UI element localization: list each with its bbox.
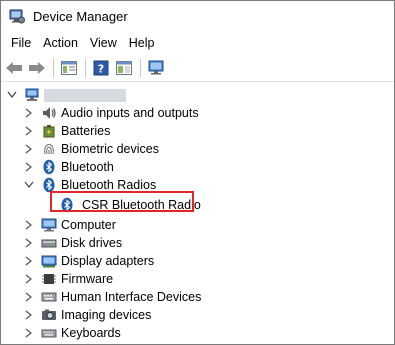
title-bar: Device Manager bbox=[1, 1, 394, 31]
hid-icon bbox=[41, 289, 57, 305]
menu-bar: File Action View Help bbox=[1, 31, 394, 55]
tree-item-label: Bluetooth Radios bbox=[61, 178, 157, 192]
tree-item-display-adapters[interactable]: Display adapters bbox=[1, 252, 394, 270]
tree-item-biometric[interactable]: Biometric devices bbox=[1, 140, 394, 158]
chevron-right-icon[interactable] bbox=[23, 273, 35, 285]
tree-item-batteries[interactable]: Batteries bbox=[1, 122, 394, 140]
chevron-down-icon[interactable] bbox=[6, 89, 18, 101]
chip-icon bbox=[41, 271, 57, 287]
properties-icon[interactable] bbox=[58, 57, 80, 79]
keyboard-icon bbox=[41, 325, 57, 341]
menu-action[interactable]: Action bbox=[37, 34, 84, 52]
back-icon[interactable] bbox=[3, 57, 25, 79]
tree-item-disk-drives[interactable]: Disk drives bbox=[1, 234, 394, 252]
chevron-right-icon[interactable] bbox=[23, 327, 35, 339]
chevron-right-icon[interactable] bbox=[23, 143, 35, 155]
window-title: Device Manager bbox=[33, 8, 128, 24]
tree-item-label: Display adapters bbox=[61, 254, 155, 268]
chevron-down-icon[interactable] bbox=[23, 179, 35, 191]
device-manager-window: Device Manager File Action View Help ? A… bbox=[0, 0, 395, 345]
speaker-icon bbox=[41, 105, 57, 121]
tree-item-human-interface-devices[interactable]: Human Interface Devices bbox=[1, 288, 394, 306]
tree-item-label: Bluetooth bbox=[61, 160, 114, 174]
battery-icon bbox=[41, 123, 57, 139]
toolbar-separator bbox=[53, 59, 54, 77]
monitor-icon[interactable] bbox=[145, 57, 167, 79]
help-icon[interactable]: ? bbox=[90, 57, 112, 79]
device-tree: Audio inputs and outputs Batteries Biome… bbox=[1, 82, 394, 344]
toolbar-separator bbox=[85, 59, 86, 77]
chevron-right-icon[interactable] bbox=[23, 107, 35, 119]
forward-icon[interactable] bbox=[26, 57, 48, 79]
redacted-computer-name bbox=[44, 88, 126, 102]
chevron-right-icon[interactable] bbox=[23, 255, 35, 267]
tree-item-label: Human Interface Devices bbox=[61, 290, 202, 304]
fingerprint-icon bbox=[41, 141, 57, 157]
svg-text:?: ? bbox=[98, 63, 104, 76]
chevron-right-icon[interactable] bbox=[23, 219, 35, 231]
display-adapter-icon bbox=[41, 253, 57, 269]
computer-icon bbox=[41, 217, 57, 233]
tree-item-label: Audio inputs and outputs bbox=[61, 106, 199, 120]
show-hide-icon[interactable] bbox=[113, 57, 135, 79]
tree-item-label: Computer bbox=[61, 218, 116, 232]
chevron-right-icon[interactable] bbox=[23, 291, 35, 303]
camera-icon bbox=[41, 307, 57, 323]
tree-item-bluetooth[interactable]: Bluetooth bbox=[1, 158, 394, 176]
tree-item-computer[interactable]: Computer bbox=[1, 216, 394, 234]
computer-icon bbox=[24, 87, 40, 103]
chevron-right-icon[interactable] bbox=[23, 125, 35, 137]
menu-file[interactable]: File bbox=[5, 34, 37, 52]
highlight-box bbox=[50, 191, 194, 212]
tree-item-label: Firmware bbox=[61, 272, 114, 286]
chevron-right-icon[interactable] bbox=[23, 309, 35, 321]
tree-root[interactable] bbox=[1, 86, 394, 104]
tree-item-audio[interactable]: Audio inputs and outputs bbox=[1, 104, 394, 122]
menu-view[interactable]: View bbox=[84, 34, 123, 52]
tree-item-imaging-devices[interactable]: Imaging devices bbox=[1, 306, 394, 324]
chevron-right-icon[interactable] bbox=[23, 161, 35, 173]
bluetooth-icon bbox=[41, 159, 57, 175]
device-manager-icon bbox=[9, 8, 25, 24]
toolbar-separator bbox=[140, 59, 141, 77]
disk-icon bbox=[41, 235, 57, 251]
tree-item-label: Batteries bbox=[61, 124, 111, 138]
chevron-right-icon[interactable] bbox=[23, 237, 35, 249]
tree-item-label: Biometric devices bbox=[61, 142, 159, 156]
toolbar: ? bbox=[1, 55, 394, 82]
tree-item-label: Disk drives bbox=[61, 236, 123, 250]
tree-item-keyboards[interactable]: Keyboards bbox=[1, 324, 394, 342]
menu-help[interactable]: Help bbox=[123, 34, 161, 52]
tree-item-label: Imaging devices bbox=[61, 308, 152, 322]
tree-item-firmware[interactable]: Firmware bbox=[1, 270, 394, 288]
tree-item-label: Keyboards bbox=[61, 326, 121, 340]
